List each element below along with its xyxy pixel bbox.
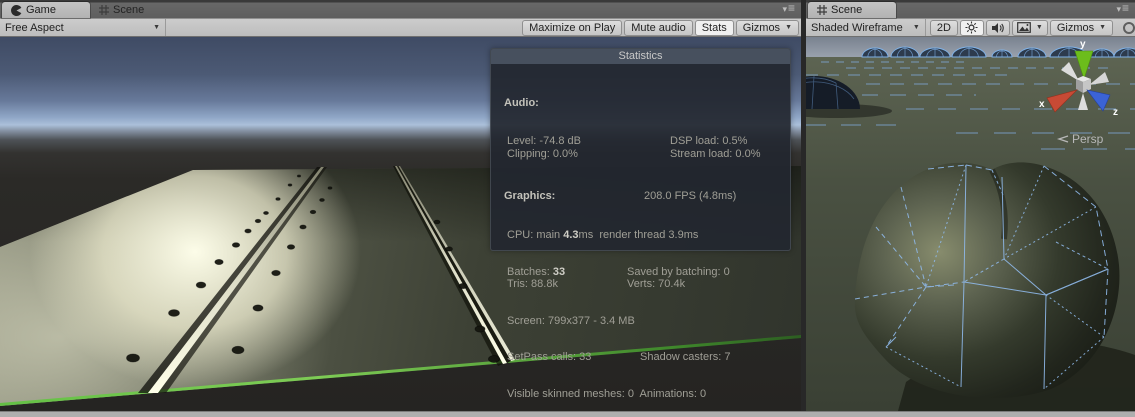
axis-z-label: z [1113,107,1118,118]
persp-label: Persp [1072,132,1104,146]
grid-icon [99,5,109,15]
chevron-down-icon: ▼ [1099,24,1106,31]
sun-icon [965,21,978,34]
stats-button[interactable]: Stats [695,20,734,36]
render-mode-value: Shaded Wireframe [811,22,903,34]
scene-panel: Scene ▾≡ Shaded Wireframe ▼ 2D [806,0,1135,411]
shadow-casters: Shadow casters: 7 [640,351,780,364]
batches: Batches: 33 [507,266,627,279]
cpu-line: CPU: main 4.3ms render thread 3.9ms [507,229,780,242]
stream-load: Stream load: 0.0% [670,148,780,161]
rail-seam-1 [138,167,327,393]
tab-label: Scene [831,4,862,16]
effects-dropdown-button[interactable]: ▼ [1012,20,1048,36]
gizmos-button-game[interactable]: Gizmos ▼ [736,20,799,36]
fps-value: 208.0 FPS (4.8ms) [644,190,780,202]
rivets [127,175,500,363]
chevron-down-icon: ▼ [1036,24,1043,31]
lighting-toggle-button[interactable] [960,20,984,36]
chevron-down-icon: ▼ [153,24,160,31]
maximize-on-play-button[interactable]: Maximize on Play [522,20,622,36]
blob-mesh [855,162,1120,398]
tab-label: Scene [113,4,144,16]
chevron-down-icon: ▼ [913,24,920,31]
tab-scene-left[interactable]: Scene [90,2,178,18]
tab-scene[interactable]: Scene [808,2,896,18]
scene-viewport[interactable]: y x z Persp [806,37,1135,411]
scene-panel-tabstrip: Scene ▾≡ [806,0,1135,18]
2d-toggle-button[interactable]: 2D [930,20,958,36]
panel-menu-icon[interactable]: ▾≡ [782,3,796,14]
verts: Verts: 70.4k [627,278,780,291]
image-icon [1017,22,1031,33]
tris: Tris: 88.8k [507,278,627,291]
scene-toolbar: Shaded Wireframe ▼ 2D [806,18,1135,37]
dsp-load: DSP load: 0.5% [670,135,780,148]
chevron-down-icon: ▼ [785,24,792,31]
audio-clipping: Clipping: 0.0% [507,148,670,161]
render-mode-dropdown[interactable]: Shaded Wireframe ▼ [806,19,926,36]
panel-menu-icon[interactable]: ▾≡ [1116,3,1130,14]
stats-overlay: Statistics Audio: Level: -74.8 dB DSP lo… [490,48,791,251]
mute-audio-button[interactable]: Mute audio [624,20,692,36]
graphics-section-header: Graphics: [504,190,644,202]
audio-section-header: Audio: [504,97,780,109]
search-icon[interactable] [1117,21,1135,35]
tab-game[interactable]: Game [2,2,90,18]
audio-level: Level: -74.8 dB [507,135,670,148]
game-view-icon [11,5,22,16]
axis-x-label: x [1039,99,1045,110]
game-panel-tabstrip: Game Scene ▾≡ [0,0,801,18]
speaker-icon [991,22,1005,34]
audio-toggle-button[interactable] [986,20,1010,36]
gizmos-button-scene[interactable]: Gizmos ▼ [1050,20,1113,36]
skinned-meshes: Visible skinned meshes: 0 Animations: 0 [507,388,780,401]
saved-by-batching: Saved by batching: 0 [627,266,780,279]
grid-icon [817,5,827,15]
screen-info: Screen: 799x377 - 3.4 MB [507,315,780,328]
aspect-dropdown[interactable]: Free Aspect ▼ [0,19,166,36]
aspect-value: Free Aspect [5,22,64,34]
axis-y-label: y [1080,39,1086,50]
setpass-calls: SetPass calls: 33 [507,351,640,364]
tab-label: Game [26,4,56,16]
stats-title: Statistics [491,49,790,64]
scene-render: y x z Persp [806,37,1135,411]
stats-body: Audio: Level: -74.8 dB DSP load: 0.5% Cl… [491,64,790,417]
unity-editor-window: Game Scene ▾≡ Free Aspect ▼ Maximize on … [0,0,1135,417]
game-toolbar: Free Aspect ▼ Maximize on Play Mute audi… [0,18,801,37]
